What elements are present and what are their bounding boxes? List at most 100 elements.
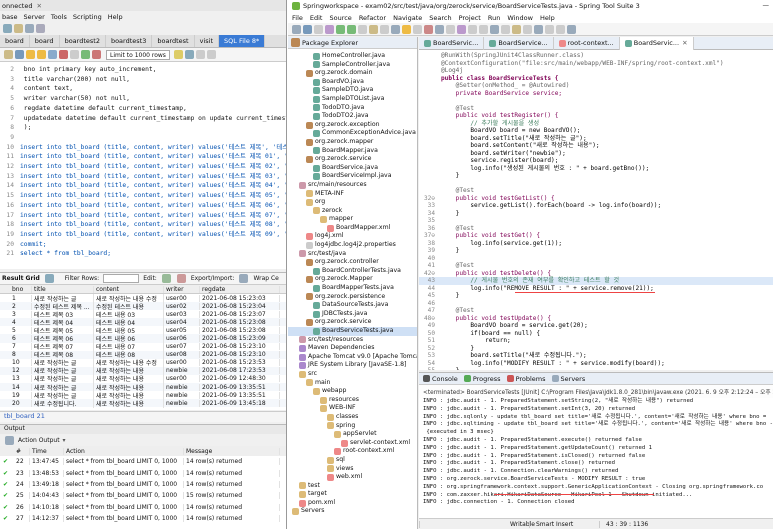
menu-item[interactable]: Source bbox=[329, 14, 351, 22]
tree-item[interactable]: pom.xml bbox=[288, 499, 417, 508]
tree-item[interactable]: web.xml bbox=[288, 473, 417, 482]
toolbar-button-icon[interactable] bbox=[490, 24, 499, 34]
tree-item[interactable]: views bbox=[288, 465, 417, 474]
new-sql-icon[interactable] bbox=[3, 23, 12, 33]
tree-item[interactable]: org bbox=[288, 198, 417, 207]
sql-tab[interactable]: boardtest3 bbox=[106, 35, 153, 47]
table-row[interactable]: 20 새로 수정됩니다. 새로 작성하는 내용 newbie 2021-06-09 13… bbox=[0, 398, 286, 408]
sql-tab[interactable]: board bbox=[0, 35, 30, 47]
console-tab[interactable]: Progress bbox=[463, 375, 501, 383]
tree-item[interactable]: BoardControllerTests.java bbox=[288, 267, 417, 276]
tree-item[interactable]: src/main/resources bbox=[288, 181, 417, 190]
result-grid-tab[interactable]: Result Grid bbox=[2, 275, 40, 282]
toolbar-button-icon[interactable] bbox=[380, 24, 389, 34]
tree-item[interactable]: sql bbox=[288, 456, 417, 465]
tree-item[interactable]: org.zerock.mapper bbox=[288, 138, 417, 147]
menu-item[interactable]: Help bbox=[108, 13, 123, 21]
beautify-icon[interactable] bbox=[173, 50, 183, 59]
console-tab[interactable]: Problems bbox=[506, 375, 546, 383]
tree-item[interactable]: SampleDTO.java bbox=[288, 86, 417, 95]
invisible-icon[interactable] bbox=[195, 50, 205, 59]
limit-select[interactable]: Limit to 1000 rows bbox=[106, 49, 170, 60]
tree-item[interactable]: DataSourceTests.java bbox=[288, 301, 417, 310]
package-explorer-title[interactable]: Package Explorer bbox=[302, 39, 358, 47]
tree-item[interactable]: classes bbox=[288, 413, 417, 422]
toolbar-button-icon[interactable] bbox=[292, 24, 301, 34]
tree-item[interactable]: BoardMapperTests.java bbox=[288, 284, 417, 293]
execute-current-icon[interactable] bbox=[37, 50, 46, 59]
column-header[interactable]: bno bbox=[10, 285, 32, 293]
tree-item[interactable]: JRE System Library [JavaSE-1.8] bbox=[288, 361, 417, 370]
stop-icon[interactable] bbox=[59, 50, 68, 59]
menu-item[interactable]: Server bbox=[24, 13, 45, 21]
tree-item[interactable]: org.zerock.service bbox=[288, 318, 417, 327]
sql-tab[interactable]: visit bbox=[195, 35, 220, 47]
action-output-select[interactable]: Action Output ▾ bbox=[0, 435, 286, 446]
tree-item[interactable]: main bbox=[288, 379, 417, 388]
toolbar-button-icon[interactable] bbox=[435, 24, 444, 34]
output-row[interactable]: ✔ 22 13:47:45 select * from tbl_board LIMIT… bbox=[0, 456, 286, 467]
menu-item[interactable]: Navigate bbox=[393, 14, 422, 22]
output-row[interactable]: ✔ 25 14:04:43 select * from tbl_board LIMIT… bbox=[0, 490, 286, 501]
commit-icon[interactable] bbox=[81, 50, 90, 59]
chevron-down-icon[interactable]: ▾ bbox=[63, 437, 66, 444]
toolbar-button-icon[interactable] bbox=[402, 24, 411, 34]
column-header[interactable]: content bbox=[94, 285, 164, 293]
toolbar-button-icon[interactable] bbox=[424, 24, 433, 34]
toolbar-button-icon[interactable] bbox=[512, 24, 521, 34]
menu-item[interactable]: base bbox=[2, 13, 18, 21]
toolbar-button-icon[interactable] bbox=[369, 24, 378, 34]
open-sql-icon[interactable] bbox=[14, 23, 23, 33]
tree-item[interactable]: BoardMapper.java bbox=[288, 147, 417, 156]
rollback-icon[interactable] bbox=[92, 50, 101, 59]
menu-item[interactable]: Refactor bbox=[359, 14, 386, 22]
menu-item[interactable]: Run bbox=[488, 14, 500, 22]
output-row[interactable]: ✔ 26 14:10:18 select * from tbl_board LIMIT… bbox=[0, 502, 286, 513]
tree-item[interactable]: resources bbox=[288, 396, 417, 405]
toggle-icon[interactable] bbox=[70, 50, 79, 59]
column-header[interactable]: regdate bbox=[200, 285, 280, 293]
toolbar-button-icon[interactable] bbox=[314, 24, 323, 34]
wrap-icon[interactable] bbox=[206, 50, 216, 59]
tree-item[interactable]: org.zerock.Mapper bbox=[288, 275, 417, 284]
toolbar-button-icon[interactable] bbox=[336, 24, 345, 34]
editor-tab[interactable]: BoardService... bbox=[484, 37, 554, 50]
menu-item[interactable]: Scripting bbox=[73, 13, 102, 21]
tree-item[interactable]: Maven Dependencies bbox=[288, 344, 417, 353]
tree-item[interactable]: HomeController.java bbox=[288, 52, 417, 61]
tree-item[interactable]: SampleDTOList.java bbox=[288, 95, 417, 104]
find-icon[interactable] bbox=[184, 50, 194, 59]
grid-icon[interactable] bbox=[44, 274, 54, 283]
tree-item[interactable]: src/test/resources bbox=[288, 336, 417, 345]
tree-item[interactable]: log4jdbc.log4j2.properties bbox=[288, 241, 417, 250]
toolbar-button-icon[interactable] bbox=[523, 24, 532, 34]
column-header[interactable]: title bbox=[32, 285, 94, 293]
workbench-tab-title[interactable]: onnected ✕ bbox=[0, 0, 286, 11]
output-row[interactable]: ✔ 23 13:48:53 select * from tbl_board LIMIT… bbox=[0, 467, 286, 478]
sql-tab[interactable]: SQL File 8* bbox=[219, 35, 266, 47]
menu-item[interactable]: Project bbox=[459, 14, 481, 22]
editor-tab[interactable]: BoardServic... ✕ bbox=[619, 37, 694, 50]
toolbar-button-icon[interactable] bbox=[567, 24, 576, 34]
tree-item[interactable]: org.zerock.service bbox=[288, 155, 417, 164]
menu-item[interactable]: File bbox=[292, 14, 303, 22]
tree-item[interactable]: JDBCTests.java bbox=[288, 310, 417, 319]
editor-tab[interactable]: root-context... bbox=[554, 37, 620, 50]
tree-item[interactable]: zerock bbox=[288, 207, 417, 216]
tree-item[interactable]: appServlet bbox=[288, 430, 417, 439]
toolbar-button-icon[interactable] bbox=[303, 24, 312, 34]
tree-item[interactable]: test bbox=[288, 482, 417, 491]
tree-item[interactable]: CommonExceptionAdvice.java bbox=[288, 129, 417, 138]
tree-item[interactable]: org.zerock.exception bbox=[288, 121, 417, 130]
open-file-icon[interactable] bbox=[4, 50, 13, 59]
tree-item[interactable]: org.zerock.domain bbox=[288, 69, 417, 78]
column-header[interactable]: writer bbox=[164, 285, 200, 293]
toolbar-button-icon[interactable] bbox=[413, 24, 422, 34]
tree-item[interactable]: BoardMapper.xml bbox=[288, 224, 417, 233]
result-tab[interactable]: tbl_board 21 bbox=[0, 411, 286, 422]
toolbar-button-icon[interactable] bbox=[358, 24, 367, 34]
toolbar-button-icon[interactable] bbox=[391, 24, 400, 34]
tree-item[interactable]: src bbox=[288, 370, 417, 379]
tree-item[interactable]: webapp bbox=[288, 387, 417, 396]
sql-tab[interactable]: board bbox=[30, 35, 60, 47]
